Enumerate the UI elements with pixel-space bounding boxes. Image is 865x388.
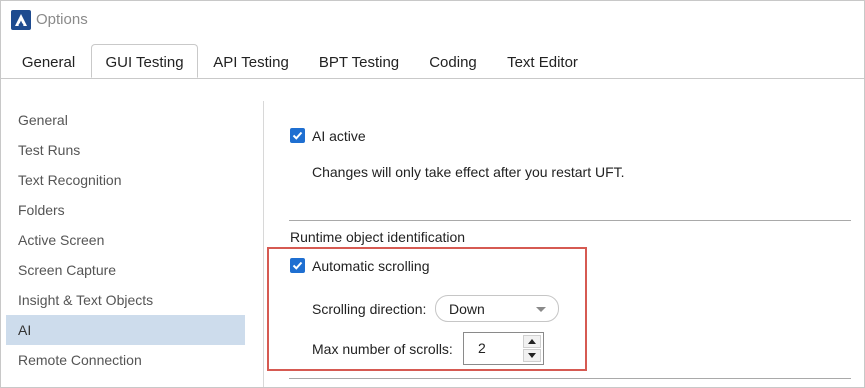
tab-general[interactable]: General [11, 48, 86, 78]
uft-logo-icon [11, 10, 31, 30]
tab-text-editor[interactable]: Text Editor [496, 48, 589, 78]
nav-item-general[interactable]: General [6, 105, 245, 135]
runtime-section-title: Runtime object identification [290, 229, 466, 245]
nav-item-ai[interactable]: AI [6, 315, 245, 345]
highlight-annotation-box [267, 247, 587, 371]
nav-item-folders[interactable]: Folders [6, 195, 245, 225]
title-bar: Options [1, 1, 864, 41]
section-divider [289, 220, 851, 221]
ai-active-label[interactable]: AI active [312, 128, 366, 144]
nav-item-text-recognition[interactable]: Text Recognition [6, 165, 245, 195]
nav-item-test-runs[interactable]: Test Runs [6, 135, 245, 165]
tab-bpt-testing[interactable]: BPT Testing [307, 48, 411, 78]
tab-coding[interactable]: Coding [419, 48, 487, 78]
restart-note: Changes will only take effect after you … [312, 164, 625, 180]
nav-item-insight-text-objects[interactable]: Insight & Text Objects [6, 285, 245, 315]
checkmark-icon [292, 131, 303, 140]
tab-api-testing[interactable]: API Testing [203, 48, 299, 78]
tab-strip: General GUI Testing API Testing BPT Test… [1, 44, 864, 79]
options-window: Options General GUI Testing API Testing … [0, 0, 865, 388]
options-nav-list: General Test Runs Text Recognition Folde… [1, 79, 263, 387]
window-title: Options [36, 11, 88, 28]
pane-divider [263, 101, 264, 387]
nav-item-screen-capture[interactable]: Screen Capture [6, 255, 245, 285]
ai-active-checkbox[interactable] [290, 128, 305, 143]
nav-item-active-screen[interactable]: Active Screen [6, 225, 245, 255]
nav-item-remote-connection[interactable]: Remote Connection [6, 345, 245, 375]
bottom-divider [289, 378, 851, 379]
tab-gui-testing[interactable]: GUI Testing [91, 44, 198, 78]
